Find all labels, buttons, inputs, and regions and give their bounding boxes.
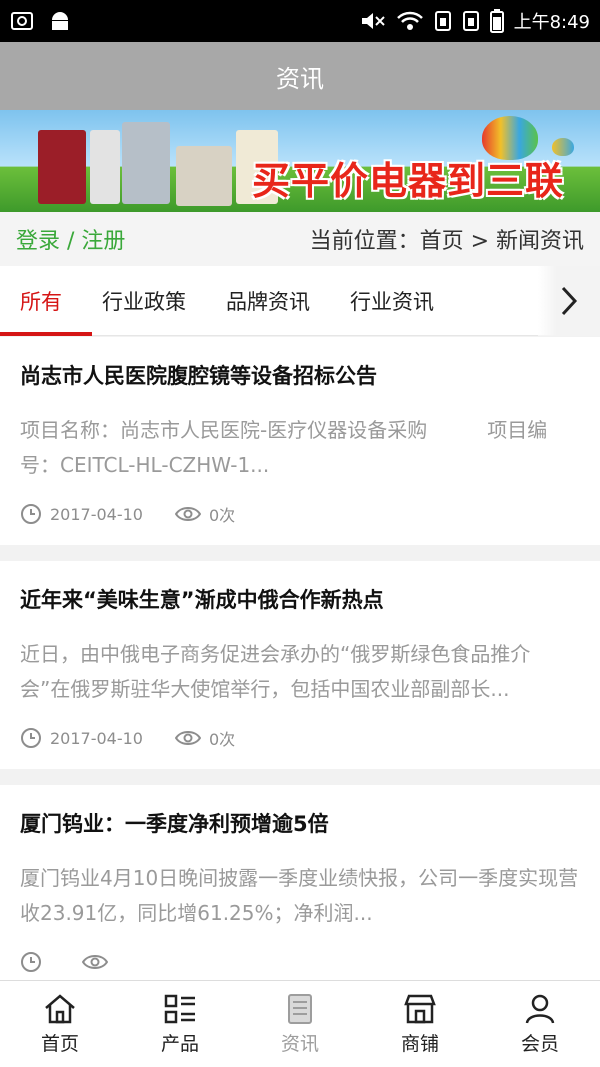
- tab-brand-news[interactable]: 品牌资讯: [206, 266, 330, 336]
- sim-signal-icon-2: [462, 11, 479, 31]
- article-views: 0次: [208, 506, 236, 525]
- category-tabs: 所有 行业政策 品牌资讯 行业资讯: [0, 266, 600, 336]
- tabbar-news[interactable]: 资讯: [240, 981, 360, 1067]
- clock: 上午8:49: [513, 12, 590, 33]
- shop-icon: [404, 994, 436, 1023]
- tabbar-label: 会员: [520, 1032, 559, 1055]
- article-title: 近年来“美味生意”渐成中俄合作新热点: [20, 588, 384, 612]
- status-bar: 上午8:49: [0, 0, 600, 42]
- article-meta: 2017-04-10 0次: [20, 707, 580, 769]
- news-icon: [288, 993, 312, 1024]
- chevron-right-icon: [561, 286, 578, 316]
- bottom-tab-bar: 首页 产品 资讯 商铺 会员: [0, 980, 600, 1067]
- breadcrumb: 当前位置：首页 > 新闻资讯: [309, 229, 584, 254]
- sim-signal-icon: [434, 11, 451, 31]
- screenshot-icon: [11, 12, 33, 30]
- tabbar-label: 商铺: [400, 1032, 439, 1055]
- clock-icon: [21, 952, 41, 972]
- banner-slogan: 买平价电器到三联: [251, 158, 564, 203]
- clock-icon: [21, 728, 41, 748]
- tabbar-products[interactable]: 产品: [120, 981, 240, 1067]
- tabbar-shop[interactable]: 商铺: [360, 981, 480, 1067]
- login-register-link[interactable]: 登录 / 注册: [16, 223, 125, 255]
- article-title: 厦门钨业：一季度净利预增逾5倍: [20, 812, 329, 836]
- battery-icon: [489, 9, 504, 33]
- wifi-icon: [396, 11, 423, 30]
- article-date: 2017-04-10: [50, 728, 143, 748]
- article-card[interactable]: 近年来“美味生意”渐成中俄合作新热点 近日，由中俄电子商务促进会承办的“俄罗斯绿…: [0, 561, 600, 769]
- android-icon: [52, 12, 68, 30]
- tabbar-home[interactable]: 首页: [0, 981, 120, 1067]
- home-icon: [45, 993, 75, 1023]
- article-list: 尚志市人民医院腹腔镜等设备招标公告 项目名称：尚志市人民医院-医疗仪器设备采购 …: [0, 337, 600, 1009]
- article-card[interactable]: 厦门钨业：一季度净利预增逾5倍 厦门钨业4月10日晚间披露一季度业绩快报，公司一…: [0, 785, 600, 993]
- tabbar-label: 首页: [40, 1032, 79, 1055]
- page-title: 资讯: [276, 64, 324, 93]
- article-summary: 项目名称：尚志市人民医院-医疗仪器设备采购 项目编号：CEITCL-HL-CZH…: [20, 418, 548, 477]
- eye-icon: [82, 955, 108, 969]
- appliance-image: [38, 130, 86, 204]
- tabbar-label: 资讯: [280, 1032, 319, 1055]
- appliance-image: [176, 146, 232, 206]
- article-card[interactable]: 尚志市人民医院腹腔镜等设备招标公告 项目名称：尚志市人民医院-医疗仪器设备采购 …: [0, 337, 600, 545]
- article-title: 尚志市人民医院腹腔镜等设备招标公告: [20, 364, 377, 388]
- tabs-scroll-right-button[interactable]: [538, 266, 600, 336]
- clock-icon: [21, 504, 41, 524]
- tab-industry-news[interactable]: 行业资讯: [330, 266, 454, 336]
- list-icon: [164, 994, 195, 1023]
- mute-icon: [361, 13, 385, 29]
- tabbar-label: 产品: [160, 1032, 199, 1055]
- promo-banner[interactable]: 买平价电器到三联: [0, 110, 600, 212]
- eye-icon: [174, 731, 201, 745]
- article-views: 0次: [208, 730, 236, 749]
- article-date: 2017-04-10: [50, 504, 143, 524]
- article-meta: 2017-04-10 0次: [20, 483, 580, 545]
- app-bar: 资讯: [0, 42, 600, 110]
- user-icon: [525, 994, 555, 1023]
- eye-icon: [174, 507, 201, 521]
- tab-industry-policy[interactable]: 行业政策: [82, 266, 206, 336]
- article-summary: 近日，由中俄电子商务促进会承办的“俄罗斯绿色食品推介会”在俄罗斯驻华大使馆举行，…: [20, 642, 531, 701]
- appliance-image: [122, 122, 170, 204]
- tab-all[interactable]: 所有: [0, 266, 92, 336]
- tabbar-member[interactable]: 会员: [480, 981, 600, 1067]
- breadcrumb-bar: 登录 / 注册 当前位置：首页 > 新闻资讯: [0, 212, 600, 266]
- article-summary: 厦门钨业4月10日晚间披露一季度业绩快报，公司一季度实现营收23.91亿，同比增…: [20, 866, 579, 925]
- appliance-image: [90, 130, 120, 204]
